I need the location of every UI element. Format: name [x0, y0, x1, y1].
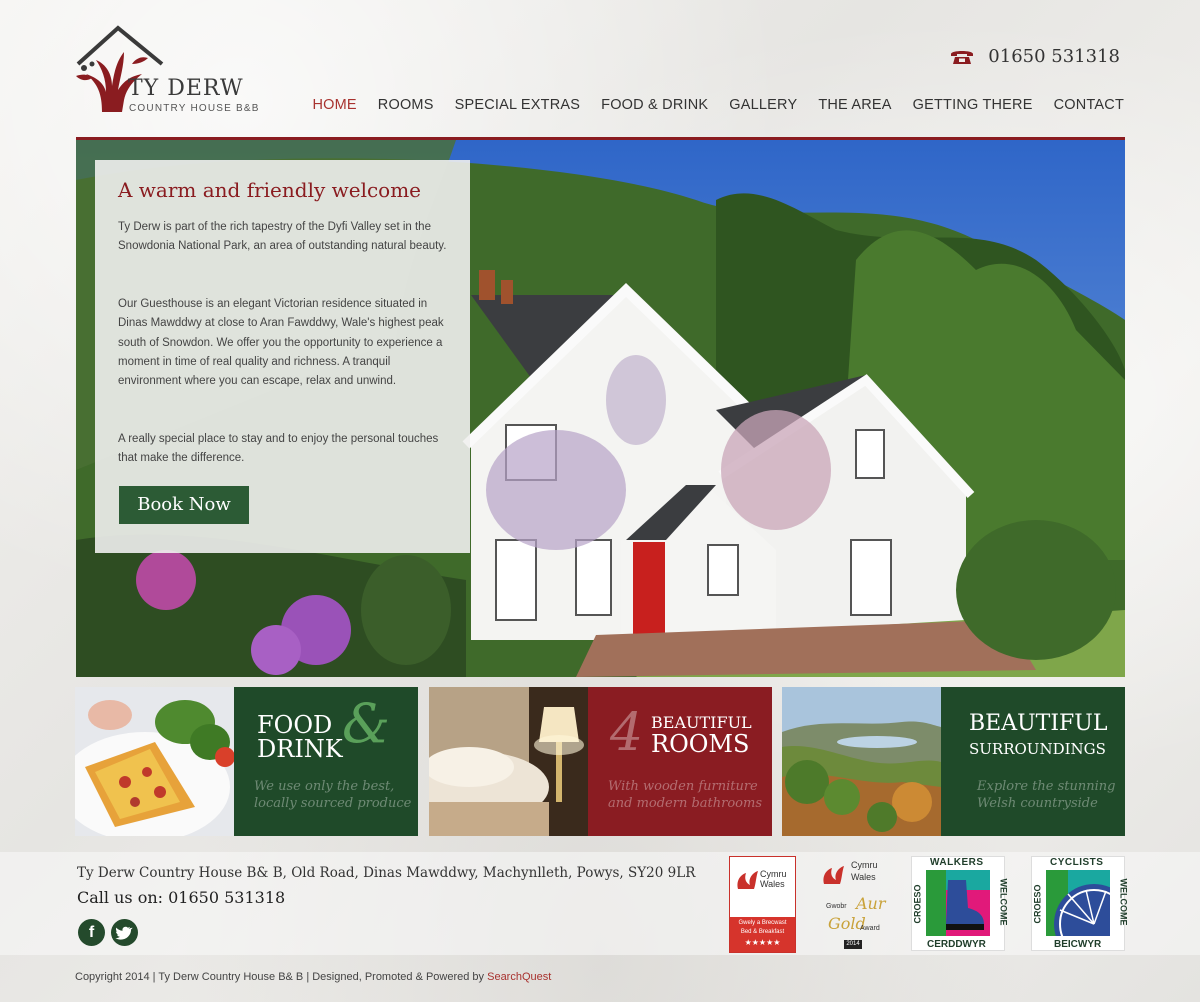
- food-sub-1: We use only the best,: [254, 779, 395, 794]
- header-phone-number[interactable]: 01650 531318: [988, 46, 1120, 67]
- cyclists-badge-bottom: BEICWYR: [1054, 939, 1102, 950]
- nav-getting-there[interactable]: GETTING THERE: [913, 97, 1033, 113]
- walkers-badge-right: WELCOME: [998, 878, 1009, 926]
- surroundings-sub-2: Welsh countryside: [977, 796, 1098, 811]
- site-logo[interactable]: TY DERW COUNTRY HOUSE B&B: [72, 24, 262, 116]
- twitter-bird-icon: [115, 926, 133, 940]
- header-phone: 01650 531318: [950, 46, 1120, 67]
- nav-rooms[interactable]: ROOMS: [378, 97, 434, 113]
- vw-badge-sub2: Bed & Breakfast: [740, 929, 785, 935]
- food-sub-2: locally sourced produce: [254, 796, 412, 811]
- facebook-icon[interactable]: f: [78, 919, 105, 946]
- food-drink-tile[interactable]: FOOD DRINK & We use only the best, local…: [75, 687, 418, 836]
- footer-call: Call us on: 01650 531318: [77, 888, 286, 907]
- rooms-heading-1: BEAUTIFUL: [651, 713, 752, 732]
- walkers-badge-top: WALKERS: [930, 857, 984, 868]
- ampersand: &: [342, 692, 391, 755]
- walkers-badge-bottom: CERDDWYR: [927, 939, 986, 950]
- vw-badge-rating: Gwely a Brecwast Bed & Breakfast ★★★★★: [730, 917, 795, 952]
- rooms-heading-2: ROOMS: [651, 730, 750, 758]
- cyclists-welcome-badge[interactable]: CYCLISTS BEICWYR CROESO WELCOME: [1031, 856, 1129, 951]
- rooms-sub-2: and modern bathrooms: [608, 796, 763, 811]
- footer-address: Ty Derw Country House B& B, Old Road, Di…: [77, 865, 696, 881]
- logo-tagline: COUNTRY HOUSE B&B: [129, 103, 260, 114]
- walkers-badge-left: CROESO: [912, 884, 923, 924]
- visit-wales-bb-badge[interactable]: Cymru Wales Gwely a Brecwast Bed & Break…: [729, 856, 796, 953]
- nav-gallery[interactable]: GALLERY: [729, 97, 797, 113]
- rooms-sub-1: With wooden furniture: [608, 779, 758, 794]
- surroundings-heading-1: BEAUTIFUL: [969, 711, 1108, 736]
- main-nav: HOME ROOMS SPECIAL EXTRAS FOOD & DRINK G…: [312, 97, 1124, 113]
- cyclists-badge-top: CYCLISTS: [1050, 857, 1104, 868]
- logo-name: TY DERW: [128, 76, 244, 101]
- nav-special-extras[interactable]: SPECIAL EXTRAS: [455, 97, 581, 113]
- surroundings-sub-1: Explore the stunning: [977, 779, 1116, 794]
- vw-badge-line1: Cymru: [760, 869, 787, 879]
- vw-badge-stars: ★★★★★: [744, 938, 781, 947]
- bicycle-wheel-icon: [1046, 870, 1110, 936]
- searchquest-link[interactable]: SearchQuest: [487, 971, 551, 983]
- walkers-welcome-badge[interactable]: WALKERS CERDDWYR CROESO WELCOME: [911, 856, 1009, 951]
- nav-home[interactable]: HOME: [312, 97, 356, 113]
- gold-badge-gwobr: Gwobr: [826, 903, 847, 910]
- gold-badge-line2: Wales: [851, 872, 876, 882]
- welcome-title: A warm and friendly welcome: [118, 178, 422, 202]
- vw-badge-sub1: Gwely a Brecwast: [738, 920, 787, 926]
- nav-the-area[interactable]: THE AREA: [818, 97, 891, 113]
- food-drink-panel: FOOD DRINK & We use only the best, local…: [234, 687, 418, 836]
- copyright-text: Copyright 2014 | Ty Derw Country House B…: [75, 971, 488, 983]
- walking-boot-icon: [926, 870, 990, 936]
- gold-badge-award: Award: [860, 925, 880, 932]
- cyclists-badge-left: CROESO: [1032, 884, 1043, 924]
- nav-food-drink[interactable]: FOOD & DRINK: [601, 97, 708, 113]
- rooms-panel: 4 BEAUTIFUL ROOMS With wooden furniture …: [588, 687, 772, 836]
- gold-badge-year: 2014: [844, 940, 862, 949]
- nav-contact[interactable]: CONTACT: [1054, 97, 1124, 113]
- welcome-panel: A warm and friendly welcome Ty Derw is p…: [95, 160, 470, 553]
- surroundings-heading-2: SURROUNDINGS: [969, 740, 1106, 758]
- copyright: Copyright 2014 | Ty Derw Country House B…: [75, 971, 551, 983]
- bedroom-photo: [429, 687, 588, 836]
- welcome-paragraph-3: A really special place to stay and to en…: [118, 433, 439, 465]
- food-photo: [75, 687, 234, 836]
- drink-heading: DRINK: [257, 735, 343, 763]
- gold-award-badge[interactable]: Cymru Wales Gwobr Aur Gold Award 2014: [818, 856, 888, 951]
- gold-badge-line1: Cymru: [851, 860, 878, 870]
- twitter-icon[interactable]: [111, 919, 138, 946]
- vw-badge-line2: Wales: [760, 879, 785, 889]
- telephone-icon: [951, 50, 974, 64]
- food-heading: FOOD: [257, 711, 333, 739]
- welcome-paragraph-1: Ty Derw is part of the rich tapestry of …: [118, 221, 447, 253]
- rooms-number: 4: [610, 703, 644, 763]
- gold-badge-aur: Aur: [856, 894, 886, 913]
- landscape-photo: [782, 687, 941, 836]
- dragon-icon: [823, 866, 844, 884]
- rooms-tile[interactable]: 4 BEAUTIFUL ROOMS With wooden furniture …: [429, 687, 772, 836]
- surroundings-panel: BEAUTIFUL SURROUNDINGS Explore the stunn…: [941, 687, 1125, 836]
- book-now-button[interactable]: Book Now: [119, 486, 249, 524]
- surroundings-tile[interactable]: BEAUTIFUL SURROUNDINGS Explore the stunn…: [782, 687, 1125, 836]
- welcome-paragraph-2: Our Guesthouse is an elegant Victorian r…: [118, 298, 444, 388]
- cyclists-badge-right: WELCOME: [1118, 878, 1129, 926]
